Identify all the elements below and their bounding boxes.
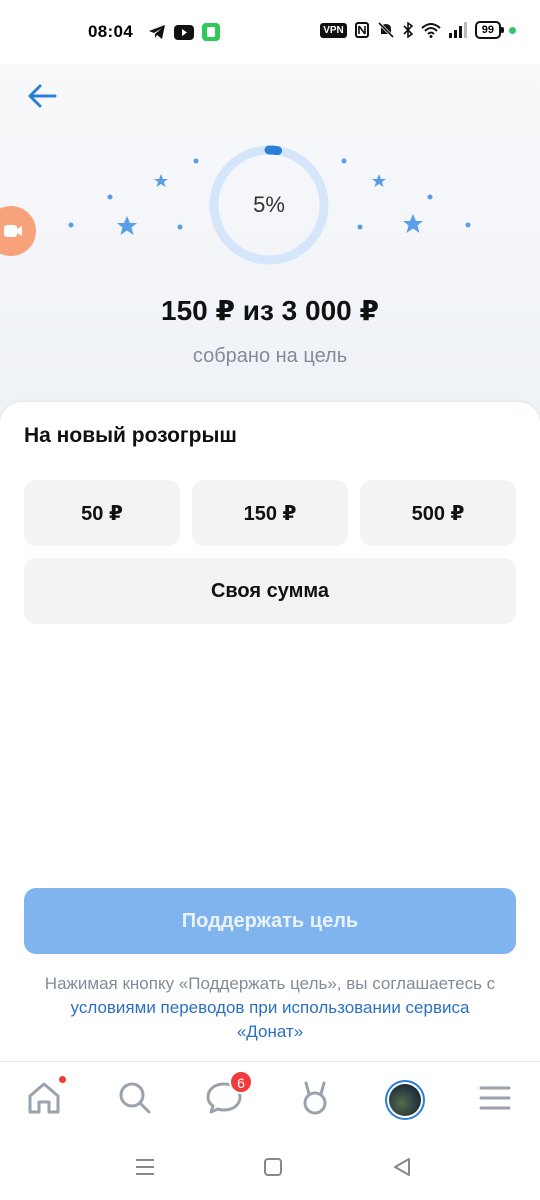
status-notification-icons xyxy=(148,23,220,41)
app-notification-icon xyxy=(202,23,220,41)
avatar xyxy=(385,1080,425,1120)
tab-services[interactable] xyxy=(293,1076,337,1120)
goal-progress-ring: 5% xyxy=(206,142,332,268)
star-dot xyxy=(177,224,183,230)
battery-indicator: 99 xyxy=(474,21,505,39)
home-icon xyxy=(28,1082,60,1114)
status-bar: 08:04 VPN 99 xyxy=(0,0,540,64)
star-dot xyxy=(107,194,113,200)
privacy-indicator-dot xyxy=(509,26,516,34)
star-icon xyxy=(372,174,386,187)
tab-profile[interactable] xyxy=(383,1078,427,1122)
goal-title: На новый розогрыш xyxy=(24,424,237,447)
donation-sheet: На новый розогрыш 50 ₽ 150 ₽ 500 ₽ Своя … xyxy=(0,402,540,1062)
custom-amount-button[interactable]: Своя сумма xyxy=(24,558,516,624)
terms-text: Нажимая кнопку «Поддержать цель», вы сог… xyxy=(40,972,500,1044)
wifi-icon xyxy=(421,23,441,38)
menu-icon xyxy=(479,1086,511,1110)
youtube-icon xyxy=(174,24,194,40)
services-icon xyxy=(303,1081,327,1115)
terms-prefix: Нажимая кнопку «Поддержать цель», вы сог… xyxy=(44,974,496,993)
terms-link[interactable]: условиями переводов при использовании се… xyxy=(71,998,470,1041)
star-icon xyxy=(117,216,137,235)
notification-dot xyxy=(58,1075,67,1084)
telegram-icon xyxy=(149,25,165,39)
star-dot xyxy=(357,224,363,230)
collected-subtitle: собрано на цель xyxy=(192,345,348,367)
tab-menu[interactable] xyxy=(473,1076,517,1120)
home-square-icon[interactable] xyxy=(263,1157,283,1177)
star-dot xyxy=(68,222,74,228)
bottom-tab-bar: 6 xyxy=(0,1061,540,1137)
star-dot xyxy=(193,158,199,164)
star-icon xyxy=(403,214,423,233)
support-goal-button[interactable]: Поддержать цель xyxy=(24,888,516,954)
tab-search[interactable] xyxy=(113,1076,157,1120)
system-navigation-bar xyxy=(0,1137,540,1200)
mute-icon xyxy=(377,22,394,38)
star-dot xyxy=(341,158,347,164)
star-icon xyxy=(154,174,168,187)
star-dot xyxy=(427,194,433,200)
goal-header: 5% 150 ₽ из 3 000 ₽ собрано на цель xyxy=(0,64,540,424)
amount-options: 50 ₽ 150 ₽ 500 ₽ xyxy=(24,480,516,546)
tab-messages[interactable]: 6 xyxy=(202,1070,253,1120)
status-time: 08:04 xyxy=(88,22,133,41)
bluetooth-icon xyxy=(403,22,413,38)
progress-percent: 5% xyxy=(253,192,285,217)
search-icon xyxy=(119,1082,151,1114)
recent-apps-icon[interactable] xyxy=(134,1158,156,1176)
star-dot xyxy=(465,222,471,228)
amount-option-50[interactable]: 50 ₽ xyxy=(24,480,180,546)
messages-badge: 6 xyxy=(229,1070,253,1094)
amount-option-500[interactable]: 500 ₽ xyxy=(360,480,516,546)
back-triangle-icon[interactable] xyxy=(392,1157,412,1177)
signal-icon xyxy=(448,22,467,38)
collected-amount: 150 ₽ из 3 000 ₽ xyxy=(161,295,379,326)
nfc-icon xyxy=(354,22,369,38)
tab-home[interactable] xyxy=(22,1075,67,1120)
amount-option-150[interactable]: 150 ₽ xyxy=(192,480,348,546)
vpn-badge: VPN xyxy=(320,22,347,38)
status-system-icons: VPN 99 xyxy=(320,21,516,39)
